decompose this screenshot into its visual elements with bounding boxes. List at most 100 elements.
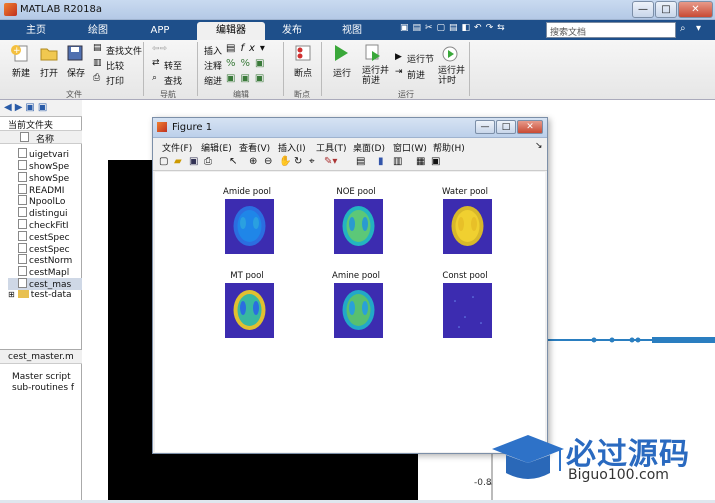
- rotate-icon[interactable]: ↻: [294, 156, 302, 167]
- folder-item[interactable]: ⊞ test-data: [8, 290, 82, 302]
- menu-file[interactable]: 文件(F): [162, 141, 192, 154]
- pointer-icon[interactable]: ↖: [229, 156, 237, 167]
- link-plot-icon[interactable]: ▤: [356, 156, 365, 167]
- run-and-time-icon[interactable]: [441, 43, 459, 63]
- compare-button[interactable]: 比较: [106, 59, 124, 72]
- maximize-button[interactable]: □: [655, 1, 677, 18]
- panel-image-mt: [225, 283, 274, 338]
- ribbon-divider: [469, 42, 470, 96]
- open-button[interactable]: 打开: [40, 66, 58, 79]
- run-button[interactable]: 运行: [333, 66, 351, 79]
- print-button[interactable]: 打印: [106, 74, 124, 87]
- comment-button[interactable]: 注释: [204, 59, 222, 72]
- folder-icon: [17, 290, 29, 298]
- breakpoints-button[interactable]: 断点: [294, 66, 312, 79]
- file-item[interactable]: checkFitI: [18, 219, 92, 231]
- find-button[interactable]: 查找: [164, 74, 182, 87]
- advance-button[interactable]: 前进: [407, 68, 425, 81]
- minimize-button[interactable]: —: [632, 1, 654, 18]
- menu-dock-icon[interactable]: ↘: [535, 141, 543, 151]
- data-cursor-icon[interactable]: ⌖: [309, 156, 315, 167]
- figure-maximize-button[interactable]: □: [496, 120, 516, 134]
- file-item[interactable]: cestSpec: [18, 243, 92, 255]
- panel-title-noe: NOE pool: [336, 187, 376, 197]
- mfile-icon: [18, 195, 27, 205]
- search-docs-input[interactable]: 搜索文档: [546, 22, 676, 38]
- figure-close-button[interactable]: ✕: [517, 120, 543, 134]
- insert-tools-icons[interactable]: ▤fx▾: [226, 43, 270, 54]
- group-label-navigate: 导航: [160, 90, 176, 99]
- run-icon[interactable]: [332, 43, 350, 63]
- brush-icon[interactable]: ✎▾: [324, 156, 337, 167]
- new-button[interactable]: 新建: [12, 66, 30, 79]
- show-plot-tools-icon[interactable]: ▣: [431, 156, 440, 167]
- goto-button[interactable]: 转至: [164, 59, 182, 72]
- close-button[interactable]: ✕: [678, 1, 713, 18]
- file-item[interactable]: distingui: [18, 207, 92, 219]
- column-header[interactable]: 名称: [0, 130, 82, 145]
- print-icon: ⎙: [93, 73, 101, 83]
- breakpoints-icon[interactable]: [294, 44, 312, 62]
- run-and-advance-button[interactable]: 运行并 前进: [362, 66, 389, 86]
- expand-icon[interactable]: ⊞: [8, 290, 15, 299]
- tab-view[interactable]: 视图: [326, 22, 378, 40]
- colorbar-icon[interactable]: ▮: [378, 156, 384, 167]
- file-item-selected[interactable]: cest_mas: [8, 278, 82, 290]
- back-forward-icon[interactable]: ⇦⇨: [152, 44, 167, 54]
- find-files-button[interactable]: 查找文件: [106, 44, 142, 57]
- zoom-out-icon[interactable]: ⊖: [264, 156, 272, 167]
- file-item[interactable]: cestMapl: [18, 266, 92, 278]
- panel-image-noe: [334, 199, 383, 254]
- run-section-button[interactable]: 运行节: [407, 52, 434, 65]
- run-advance-icon[interactable]: [364, 43, 382, 63]
- tab-home[interactable]: 主页: [10, 22, 62, 40]
- tab-publish[interactable]: 发布: [266, 22, 318, 40]
- save-button[interactable]: 保存: [67, 66, 85, 79]
- search-icon[interactable]: ⌕: [680, 23, 686, 34]
- menu-desktop[interactable]: 桌面(D): [353, 141, 385, 154]
- tab-apps[interactable]: APP: [134, 22, 186, 40]
- file-item[interactable]: NpoolLo: [18, 195, 92, 207]
- menu-insert[interactable]: 插入(I): [278, 141, 306, 154]
- legend-icon[interactable]: ▥: [393, 156, 402, 167]
- zoom-in-icon[interactable]: ⊕: [249, 156, 257, 167]
- new-icon[interactable]: +: [10, 44, 30, 62]
- menu-help[interactable]: 帮助(H): [433, 141, 465, 154]
- file-item[interactable]: showSpe: [18, 160, 92, 172]
- file-item[interactable]: uigetvari: [18, 148, 92, 160]
- menu-window[interactable]: 窗口(W): [393, 141, 427, 154]
- save-icon[interactable]: [66, 44, 84, 62]
- indent-button[interactable]: 缩进: [204, 74, 222, 87]
- file-item[interactable]: cestSpec: [18, 231, 92, 243]
- run-and-time-button[interactable]: 运行并 计时: [438, 66, 465, 86]
- nav-arrows-icon[interactable]: ◀▶▣▣: [4, 102, 50, 113]
- print-figure-icon[interactable]: ⎙: [204, 156, 212, 167]
- hide-plot-tools-icon[interactable]: ▦: [416, 156, 425, 167]
- file-item[interactable]: showSpe: [18, 172, 92, 184]
- menu-tools[interactable]: 工具(T): [316, 141, 347, 154]
- insert-button[interactable]: 插入: [204, 44, 222, 57]
- save-figure-icon[interactable]: ▣: [189, 156, 198, 167]
- tab-editor[interactable]: 编辑器: [197, 22, 265, 40]
- comment-tools-icons[interactable]: %%▣: [226, 58, 269, 69]
- panel-title-amine: Amine pool: [332, 271, 380, 281]
- group-label-breakpoints: 断点: [294, 90, 310, 99]
- open-file-icon[interactable]: ▰: [174, 156, 182, 167]
- new-figure-icon[interactable]: ▢: [159, 156, 168, 167]
- figure-minimize-button[interactable]: —: [475, 120, 495, 134]
- pan-icon[interactable]: ✋: [279, 156, 291, 167]
- menu-edit[interactable]: 编辑(E): [201, 141, 232, 154]
- figure-window: Figure 1 — □ ✕ 文件(F) 编辑(E) 查看(V) 插入(I) 工…: [152, 117, 548, 454]
- tab-plots[interactable]: 绘图: [72, 22, 124, 40]
- menu-view[interactable]: 查看(V): [239, 141, 270, 154]
- user-icon[interactable]: ▾: [696, 23, 701, 34]
- editor-ribbon: + 新建 打开 保存 ▤ 查找文件 ▥ 比较 ⎙ 打印 文件 ⇦⇨ ⇄ 转至 ⌕…: [0, 40, 715, 100]
- file-item[interactable]: cestNorm: [18, 254, 92, 266]
- file-item[interactable]: READMI: [18, 184, 92, 196]
- current-folder-panel: 当前文件夹 名称 uigetvari showSpe showSpe READM…: [0, 117, 82, 500]
- open-icon[interactable]: [39, 44, 59, 62]
- mfile-icon: [18, 266, 27, 276]
- indent-tools-icons[interactable]: ▣▣▣: [226, 73, 269, 84]
- quick-access-icons[interactable]: ▣▤✂▢▤◧↶↷⇆: [400, 23, 509, 33]
- advance-icon: ⇥: [395, 67, 403, 77]
